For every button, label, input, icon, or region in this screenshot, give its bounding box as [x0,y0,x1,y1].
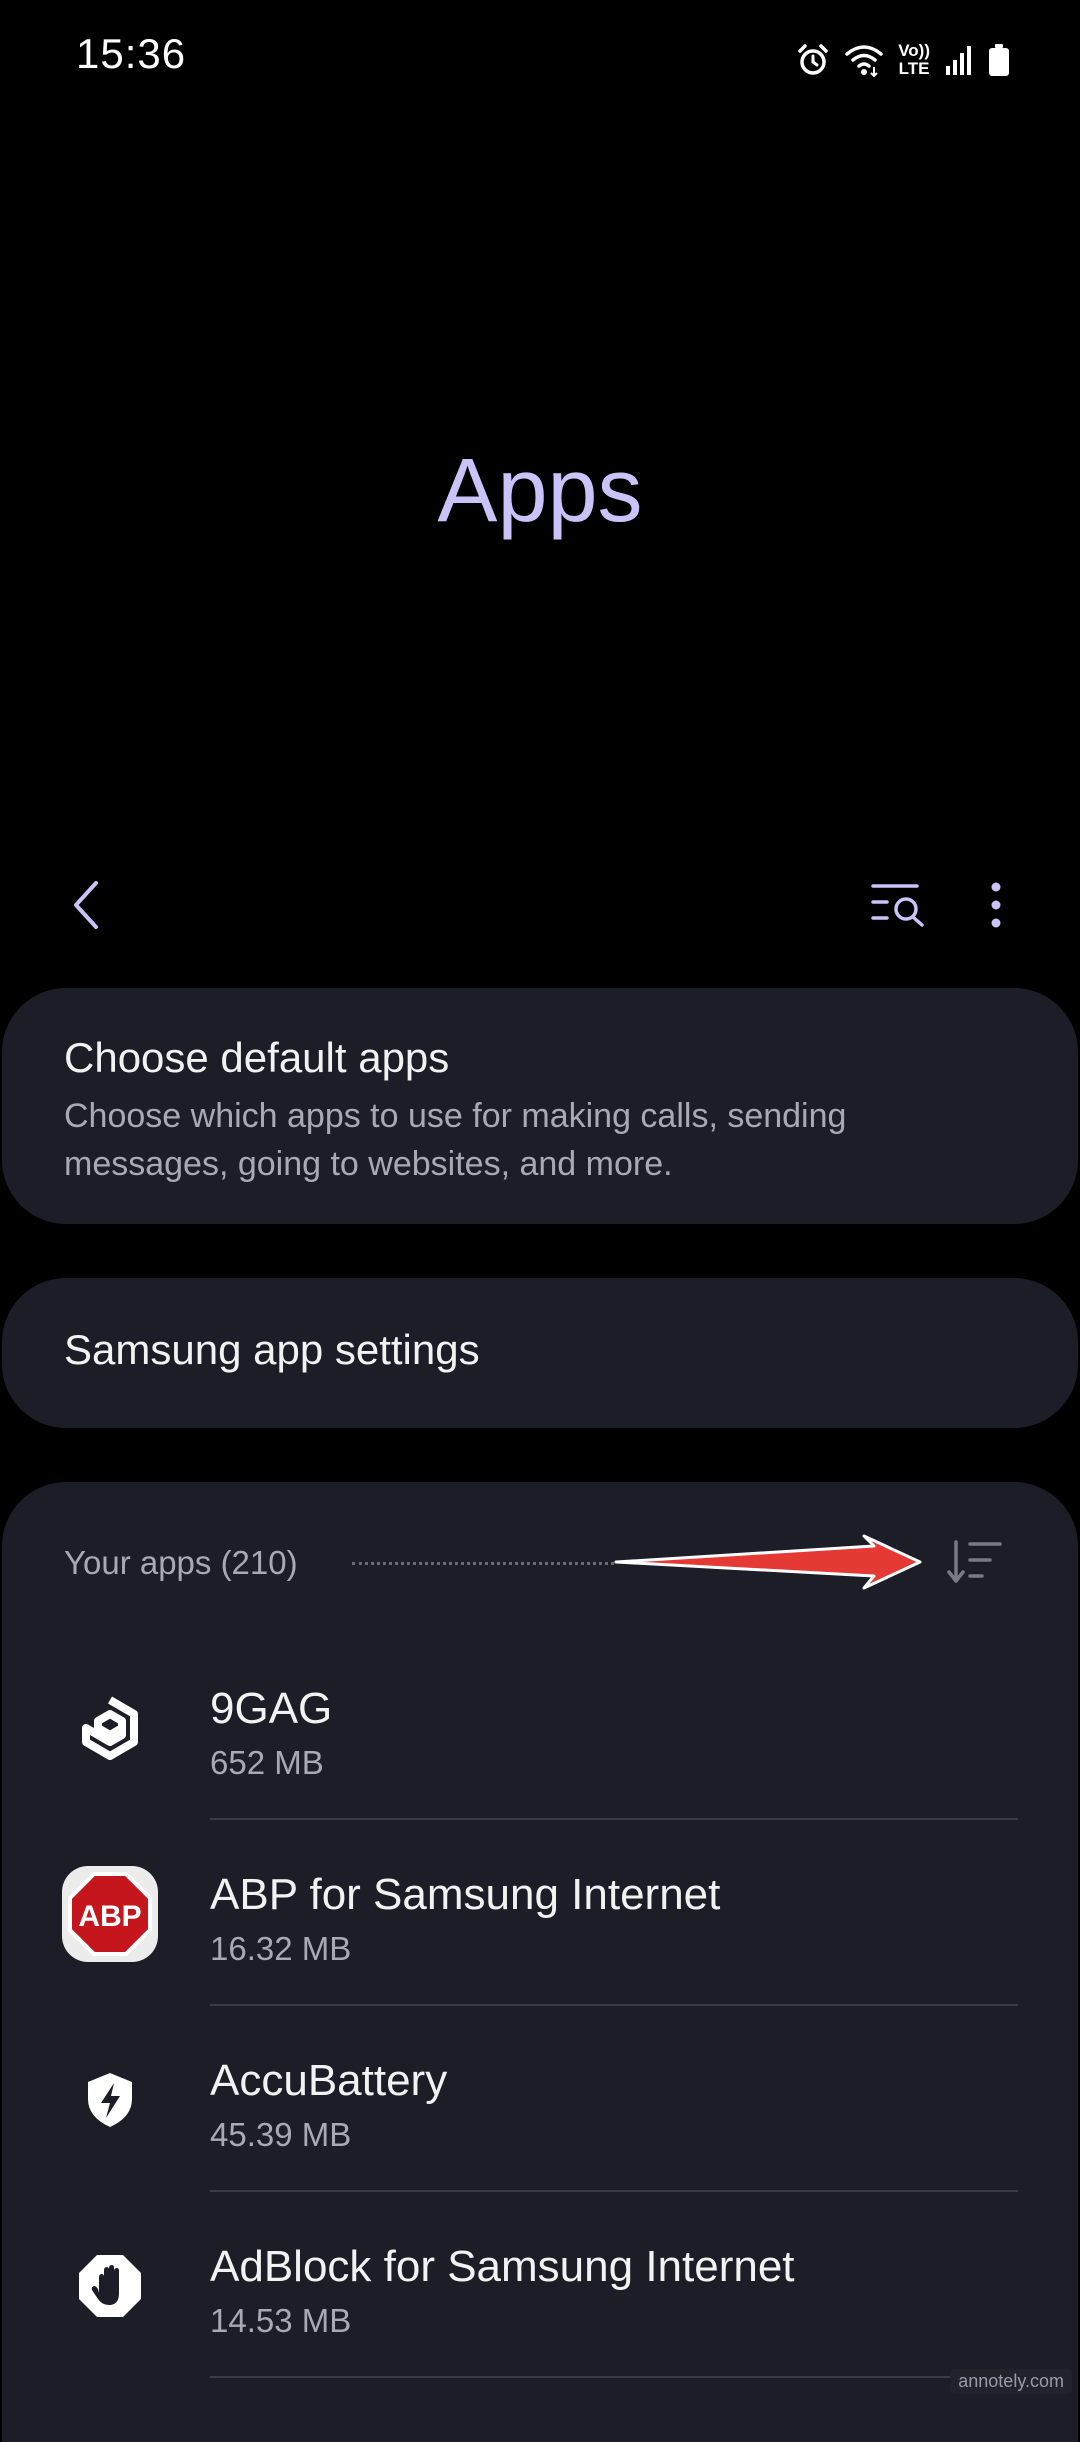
abp-icon-label: ABP [78,1900,141,1933]
page-title: Apps [437,441,643,541]
accubattery-icon [62,2052,158,2148]
battery-icon [988,43,1010,77]
dotted-leader [352,1562,614,1565]
app-size: 652 MB [210,1744,324,1781]
your-apps-header: Your apps (210) [2,1482,1078,1642]
sort-icon [947,1540,1002,1583]
more-options-button[interactable] [966,875,1026,935]
app-row-adblock[interactable]: AdBlock for Samsung Internet 14.53 MB [2,2192,1078,2378]
volte-lte-icon: Vo)) LTE [898,42,930,78]
watermark: annotely.com [950,2369,1072,2394]
samsung-app-settings-title: Samsung app settings [64,1326,480,1373]
abp-icon: ABP [62,1866,158,1962]
volte-label: Vo)) [898,41,930,60]
app-size: 45.39 MB [210,2116,352,2153]
app-name: ABP for Samsung Internet [210,1870,721,1919]
annotation-arrow-icon [614,1534,922,1590]
toolbar [0,860,1080,950]
status-time: 15:36 [76,30,187,77]
status-bar: 15:36 Vo)) LTE [0,0,1080,120]
samsung-app-settings-card[interactable]: Samsung app settings [2,1278,1078,1428]
status-icons: Vo)) LTE [796,36,1010,84]
app-row-abp[interactable]: ABP ABP for Samsung Internet 16.32 MB [2,1820,1078,2006]
chevron-left-icon [74,881,98,929]
back-button[interactable] [56,875,116,935]
list-search-icon [871,884,924,927]
9gag-icon [62,1680,158,1776]
your-apps-card: Your apps (210) 9GAG 652 MB ABP ABP for … [2,1482,1078,2442]
lte-label: LTE [898,59,930,78]
signal-icon [944,44,974,76]
app-size: 16.32 MB [210,1930,352,1967]
app-name: 9GAG [210,1684,333,1733]
choose-default-apps-card[interactable]: Choose default apps Choose which apps to… [2,988,1078,1224]
adblock-icon [62,2238,158,2334]
divider [210,2376,1018,2378]
app-name: AdBlock for Samsung Internet [210,2242,795,2291]
app-row-accubattery[interactable]: AccuBattery 45.39 MB [2,2006,1078,2192]
sort-button[interactable] [942,1532,1008,1592]
app-size: 14.53 MB [210,2302,352,2339]
app-name: AccuBattery [210,2056,448,2105]
choose-default-apps-title: Choose default apps [64,1034,450,1081]
wifi-icon [844,43,884,77]
alarm-icon [796,43,830,77]
your-apps-count: Your apps (210) [64,1544,298,1581]
app-row-9gag[interactable]: 9GAG 652 MB [2,1634,1078,1820]
search-button[interactable] [866,875,932,935]
choose-default-apps-description: Choose which apps to use for making call… [64,1097,847,1183]
more-vertical-icon [991,882,1001,928]
